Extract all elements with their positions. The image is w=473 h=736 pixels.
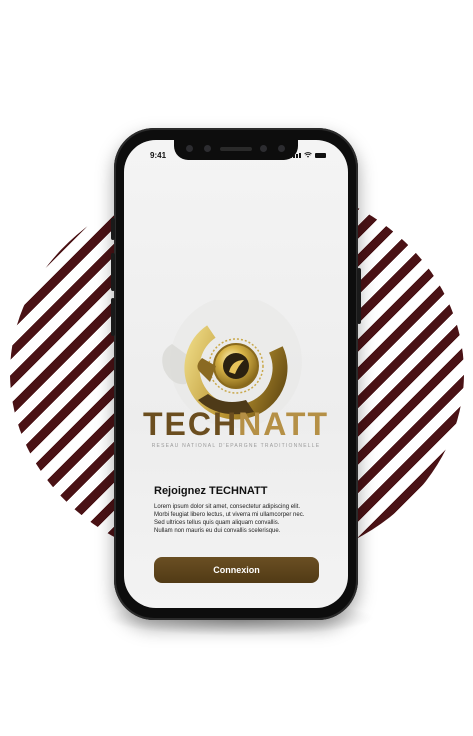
app-screen: 9:41 TECHNATT RESEAU NATIONAL D'EPARGNE … [124, 140, 348, 608]
brand-wordmark-part1: TECH [142, 406, 239, 442]
sensor-icon [260, 145, 267, 152]
connexion-button[interactable]: Connexion [154, 557, 319, 583]
camera-icon [186, 145, 193, 152]
brand-wordmark: TECHNATT [124, 406, 348, 443]
sensor-icon [204, 145, 211, 152]
welcome-description: Lorem ipsum dolor sit amet, consectetur … [154, 503, 334, 535]
brand-wordmark-part2: NATT [238, 406, 330, 442]
status-bar-time: 9:41 [150, 151, 167, 160]
status-bar-icons [290, 152, 326, 158]
phone-notch [174, 140, 298, 160]
description-line: Lorem ipsum dolor sit amet, consectetur … [154, 504, 301, 510]
description-line: Morbi feugiat libero lectus, ut viverra … [154, 512, 305, 518]
wifi-icon [304, 152, 312, 158]
speaker-grille [220, 147, 252, 151]
phone-volume-down [111, 298, 115, 336]
description-line: Nullam non mauris eu dui convallis scele… [154, 528, 281, 534]
phone-mockup: 9:41 TECHNATT RESEAU NATIONAL D'EPARGNE … [111, 128, 361, 620]
signal-icon [290, 153, 301, 158]
phone-mute-switch [111, 218, 115, 240]
brand-tagline: RESEAU NATIONAL D'EPARGNE TRADITIONNELLE [151, 443, 321, 449]
phone-volume-up [111, 253, 115, 291]
description-line: Sed ultrices tellus quis quam aliquam co… [154, 520, 280, 526]
battery-icon [315, 153, 326, 158]
welcome-heading: Rejoignez TECHNATT [154, 485, 268, 497]
phone-power-button [357, 268, 361, 324]
camera-icon [278, 145, 285, 152]
